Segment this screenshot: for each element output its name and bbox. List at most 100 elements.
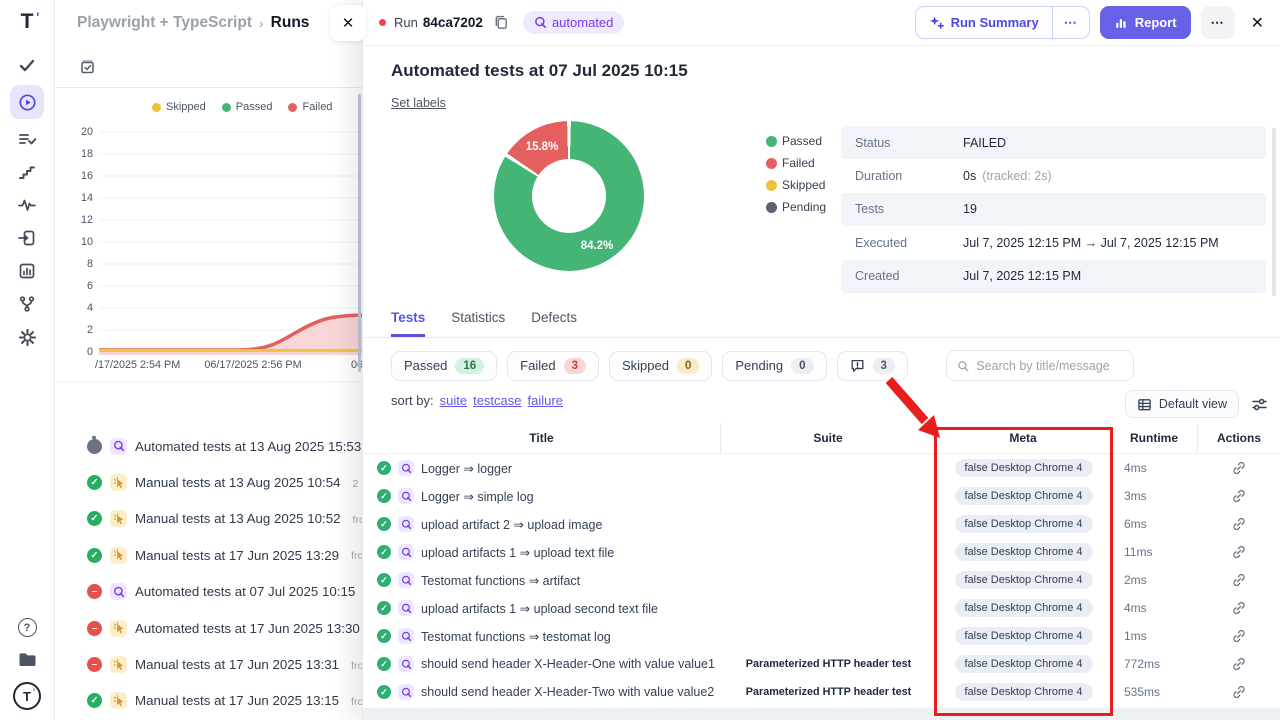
set-labels-link[interactable]: Set labels xyxy=(391,96,446,110)
passed-status-icon: ✓ xyxy=(377,657,391,671)
select-runs-icon[interactable] xyxy=(79,58,96,75)
runs-panel-scrollbar[interactable] xyxy=(358,94,362,372)
runs-panel-close-button[interactable]: ✕ xyxy=(330,5,366,41)
projects-folder-icon[interactable] xyxy=(18,651,37,668)
info-value: Jul 7, 2025 12:15 PM xyxy=(963,269,1087,283)
legend-label: Failed xyxy=(782,156,815,170)
help-icon[interactable]: ? xyxy=(18,618,37,637)
detail-tab[interactable]: Defects xyxy=(531,310,577,337)
branch-icon[interactable] xyxy=(10,291,44,317)
sort-link[interactable]: suite xyxy=(440,393,467,408)
test-link-icon[interactable] xyxy=(1232,629,1246,643)
legend-dot xyxy=(766,158,777,169)
list-check-icon[interactable] xyxy=(10,126,44,152)
run-list-item[interactable]: ✓– Manual tests at 13 Aug 2025 10:54 2 xyxy=(55,464,362,500)
test-link-icon[interactable] xyxy=(1232,517,1246,531)
app-logo[interactable]: T' xyxy=(21,10,34,34)
test-title: upload artifacts 1 ⇒ upload second text … xyxy=(421,601,658,616)
test-link-icon[interactable] xyxy=(1232,573,1246,587)
test-actions-cell xyxy=(1198,566,1280,594)
column-header-suite[interactable]: Suite xyxy=(721,423,936,453)
test-row[interactable]: ✓ Logger ⇒ logger false Desktop Chrome 4… xyxy=(363,454,1280,482)
breadcrumb-project[interactable]: Playwright + TypeScript xyxy=(77,14,252,32)
test-link-icon[interactable] xyxy=(1232,601,1246,615)
legend-dot xyxy=(222,103,231,112)
donut-failed-label: 15.8% xyxy=(526,141,559,153)
status-filter-chip[interactable]: 3 xyxy=(837,351,908,381)
legend-dot xyxy=(766,202,777,213)
run-summary-more-button[interactable]: ⋯ xyxy=(1052,7,1089,38)
test-row[interactable]: ✓ upload artifact 2 ⇒ upload image false… xyxy=(363,510,1280,538)
y-tick: 16 xyxy=(81,170,93,182)
run-status-icon: ✓– xyxy=(87,439,102,454)
test-title-cell: ✓ should send header X-Header-Two with v… xyxy=(363,678,721,706)
test-link-icon[interactable] xyxy=(1232,489,1246,503)
gear-icon[interactable] xyxy=(10,324,44,350)
column-header-actions[interactable]: Actions xyxy=(1198,423,1280,453)
info-value: 0s (tracked: 2s) xyxy=(963,169,1052,183)
run-play-icon[interactable] xyxy=(10,85,44,119)
test-meta-cell: false Desktop Chrome 4 xyxy=(936,454,1111,482)
run-list-item[interactable]: ✓– Manual tests at 13 Aug 2025 10:52 fro xyxy=(55,501,362,537)
sort-link[interactable]: testcase xyxy=(473,393,521,408)
test-row[interactable]: ✓ upload artifacts 1 ⇒ upload second tex… xyxy=(363,594,1280,622)
column-header-runtime[interactable]: Runtime xyxy=(1111,423,1198,453)
passed-status-icon: ✓ xyxy=(377,629,391,643)
search-input[interactable] xyxy=(976,359,1123,373)
analytics-icon[interactable] xyxy=(10,258,44,284)
test-link-icon[interactable] xyxy=(1232,685,1246,699)
test-row[interactable]: ✓ upload artifacts 1 ⇒ upload text file … xyxy=(363,538,1280,566)
test-meta-cell: false Desktop Chrome 4 xyxy=(936,566,1111,594)
steps-icon[interactable] xyxy=(10,159,44,185)
detail-scrollbar[interactable] xyxy=(1272,128,1276,296)
check-icon[interactable] xyxy=(10,52,44,78)
run-title: Automated tests at 17 Jun 2025 13:30 xyxy=(135,621,360,636)
test-runtime-cell: 4ms xyxy=(1111,594,1198,622)
status-filter-chip[interactable]: Skipped 0 xyxy=(609,351,712,381)
pulse-icon[interactable] xyxy=(10,192,44,218)
column-settings-icon[interactable] xyxy=(1251,396,1268,413)
account-avatar[interactable]: T' xyxy=(13,682,41,710)
detail-tab[interactable]: Statistics xyxy=(451,310,505,337)
run-list-item[interactable]: ✓– Manual tests at 17 Jun 2025 13:29 fro… xyxy=(55,537,362,573)
test-link-icon[interactable] xyxy=(1232,461,1246,475)
run-list-item[interactable]: ✓– Manual tests at 17 Jun 2025 13:15 fro… xyxy=(55,683,362,719)
filter-count-badge: 3 xyxy=(873,358,895,374)
column-header-title[interactable]: Title xyxy=(363,423,721,453)
info-value: 19 xyxy=(963,202,983,216)
run-label: Run xyxy=(394,15,418,30)
test-row[interactable]: ✓ Testomat functions ⇒ artifact false De… xyxy=(363,566,1280,594)
run-list-item[interactable]: ✓– Manual tests at 17 Jun 2025 13:31 fro… xyxy=(55,646,362,682)
test-row[interactable]: ✓ Logger ⇒ simple log false Desktop Chro… xyxy=(363,482,1280,510)
breadcrumb-current[interactable]: Runs xyxy=(271,14,310,32)
close-run-detail-button[interactable]: ✕ xyxy=(1251,13,1264,33)
divider xyxy=(363,337,1280,338)
test-link-icon[interactable] xyxy=(1232,545,1246,559)
sort-link[interactable]: failure xyxy=(528,393,563,408)
import-icon[interactable] xyxy=(10,225,44,251)
report-button[interactable]: Report xyxy=(1100,6,1191,39)
run-list-item[interactable]: ✓– Automated tests at 07 Jul 2025 10:15 xyxy=(55,574,362,610)
run-list-item[interactable]: ✓– Automated tests at 13 Aug 2025 15:53 xyxy=(55,428,362,464)
test-row[interactable]: ✓ should send header X-Header-One with v… xyxy=(363,650,1280,678)
legend-item: Passed xyxy=(222,101,273,113)
column-header-meta[interactable]: Meta xyxy=(936,423,1111,453)
test-row[interactable]: ✓ should send header X-Header-Two with v… xyxy=(363,678,1280,706)
status-filter-chip[interactable]: Passed 16 xyxy=(391,351,497,381)
test-title-cell: ✓ upload artifact 2 ⇒ upload image xyxy=(363,510,721,538)
more-actions-button[interactable]: ⋯ xyxy=(1201,6,1235,39)
meta-pill: false Desktop Chrome 4 xyxy=(955,571,1093,589)
run-list-item[interactable]: ✓– Automated tests at 17 Jun 2025 13:30 xyxy=(55,610,362,646)
legend-dot xyxy=(766,180,777,191)
default-view-button[interactable]: Default view xyxy=(1125,390,1239,418)
status-filter-chip[interactable]: Pending 0 xyxy=(722,351,826,381)
automated-test-icon xyxy=(398,628,414,644)
test-row[interactable]: ✓ Testomat functions ⇒ testomat log fals… xyxy=(363,622,1280,650)
run-summary-button[interactable]: Run Summary xyxy=(916,7,1052,38)
copy-run-id-button[interactable] xyxy=(493,14,509,31)
detail-tab[interactable]: Tests xyxy=(391,310,425,337)
test-link-icon[interactable] xyxy=(1232,657,1246,671)
passed-status-icon: ✓ xyxy=(377,601,391,615)
filter-count-badge: 16 xyxy=(455,358,484,374)
status-filter-chip[interactable]: Failed 3 xyxy=(507,351,599,381)
